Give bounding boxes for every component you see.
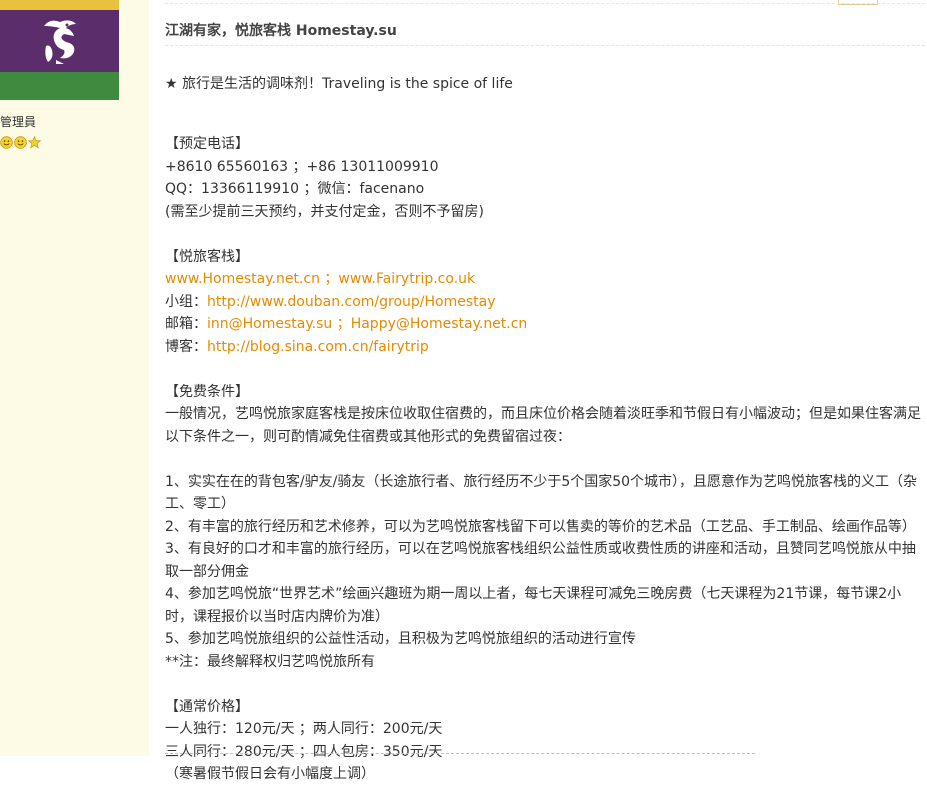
title-divider xyxy=(165,45,925,46)
free-item-1: 1、实实在在的背包客/驴友/骑友（长途旅行者、旅行经历不少于5个国家50个城市）… xyxy=(165,473,918,513)
price-header: 【通常价格】 xyxy=(165,698,249,715)
price-note: （寒暑假节假日会有小幅度上调） xyxy=(165,766,375,782)
free-intro: 一般情况，艺鸣悦旅家庭客栈是按床位收取住宿费的，而且床位价格会随着淡旺季和节假日… xyxy=(165,406,921,445)
group-label: 小组： xyxy=(165,293,207,310)
smiley-icon xyxy=(14,136,27,149)
booking-header: 【预定电话】 xyxy=(165,136,249,152)
website-separator: ； xyxy=(319,271,339,287)
bottom-divider xyxy=(165,753,755,754)
free-item-2: 2、有丰富的旅行经历和艺术修养，可以为艺鸣悦旅客栈留下可以售卖的等价的艺术品（工… xyxy=(165,518,916,535)
user-role: 管理員 xyxy=(0,115,37,129)
free-footnote: **注：最终解释权归艺鸣悦旅所有 xyxy=(165,653,375,670)
website-link-homestay[interactable]: www.Homestay.net.cn xyxy=(165,271,320,287)
inn-mail: 邮箱：inn@Homestay.su ；Happy@Homestay.net.c… xyxy=(165,313,925,336)
inn-header: 【悦旅客栈】 xyxy=(165,248,249,265)
logo-icon xyxy=(44,20,76,64)
website-link-fairytrip[interactable]: www.Fairytrip.co.uk xyxy=(338,271,475,287)
group-link[interactable]: http://www.douban.com/group/Homestay xyxy=(207,294,496,310)
top-divider xyxy=(165,3,925,4)
slogan: ★ 旅行是生活的调味剂！Traveling is the spice of li… xyxy=(165,76,513,92)
mail-label: 邮箱： xyxy=(165,316,207,332)
post-title: 江湖有家，悦旅客栈 Homestay.su xyxy=(165,23,397,39)
blog-link[interactable]: http://blog.sina.com.cn/fairytrip xyxy=(207,339,429,355)
free-item-3: 3、有良好的口才和丰富的旅行经历，可以在艺鸣悦旅客栈组织公益性质或收费性质的讲座… xyxy=(165,541,916,580)
blog-label: 博客： xyxy=(165,338,207,355)
inn-group: 小组：http://www.douban.com/group/Homestay xyxy=(165,291,925,314)
free-item-5: 5、参加艺鸣悦旅组织的公益性活动，且积极为艺鸣悦旅组织的活动进行宣传 xyxy=(165,631,636,647)
author-sidebar: 管理員 xyxy=(0,0,149,756)
price-line-1: 一人独行：120元/天 ；两人同行：200元/天 xyxy=(165,721,443,737)
rank-icons xyxy=(0,136,41,150)
inn-websites: www.Homestay.net.cn ；www.Fairytrip.co.uk xyxy=(165,268,925,291)
avatar-top-band xyxy=(0,0,119,10)
avatar[interactable] xyxy=(0,0,119,100)
price-line-2: 三人同行：280元/天 ；四人包房：350元/天 xyxy=(165,743,443,760)
booking-note: (需至少提前三天预约，并支付定金，否则不予留房) xyxy=(165,203,484,220)
mail-separator: ； xyxy=(332,316,351,332)
star-icon xyxy=(28,136,41,149)
smiley-icon xyxy=(0,136,13,149)
free-header: 【免费条件】 xyxy=(165,383,249,400)
mail-link-2[interactable]: Happy@Homestay.net.cn xyxy=(351,316,528,332)
post-body: ★ 旅行是生活的调味剂！Traveling is the spice of li… xyxy=(165,73,925,786)
inn-blog: 博客：http://blog.sina.com.cn/fairytrip xyxy=(165,336,925,359)
booking-phone: +8610 65560163 ；+86 13011009910 xyxy=(165,158,439,175)
booking-qq-wechat: QQ：13366119910 ；微信：facenano xyxy=(165,181,425,197)
free-item-4: 4、参加艺鸣悦旅“世界艺术”绘画兴趣班为期一周以上者，每七天课程可减免三晚房费（… xyxy=(165,586,902,625)
avatar-green-band xyxy=(0,72,119,100)
mail-link-1[interactable]: inn@Homestay.su xyxy=(207,316,332,332)
